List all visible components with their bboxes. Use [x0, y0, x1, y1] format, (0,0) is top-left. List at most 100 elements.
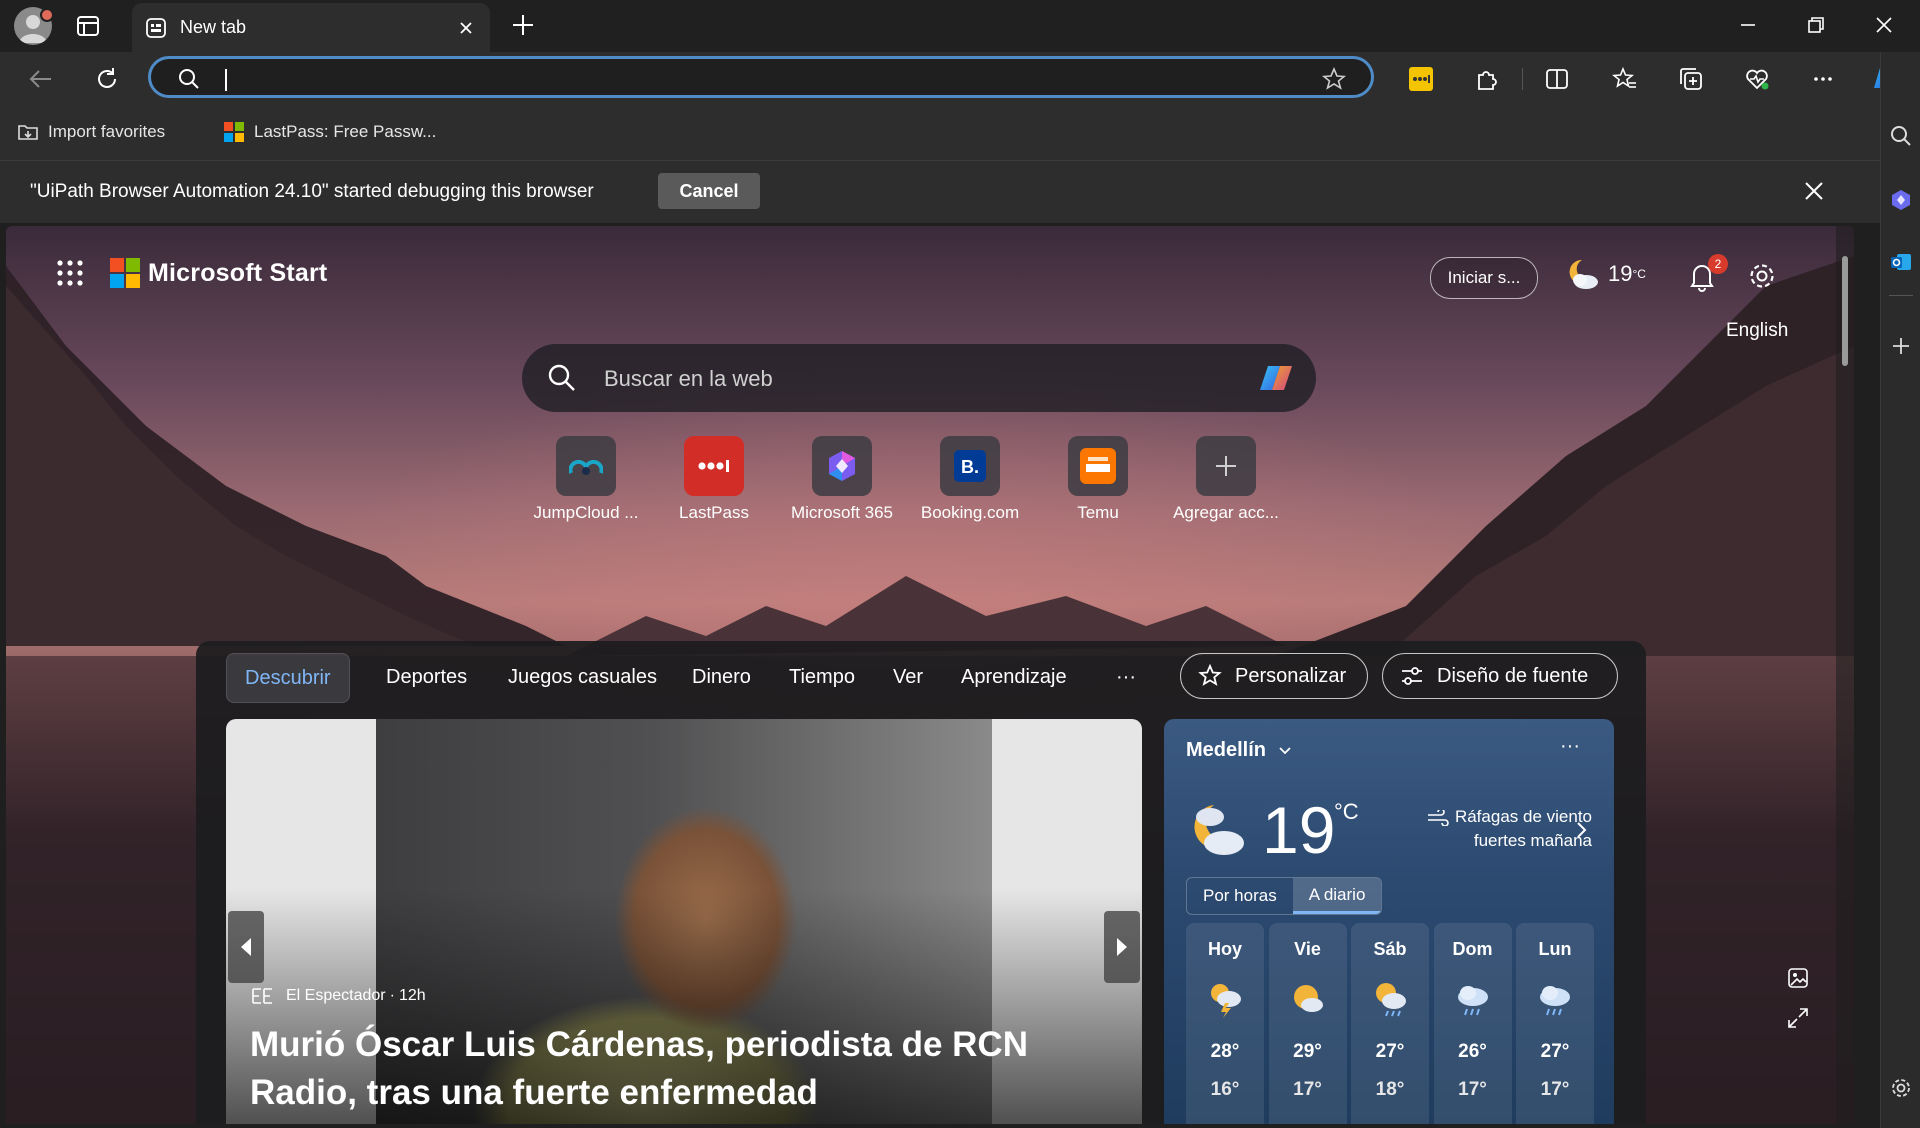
minimize-icon[interactable]: [1714, 0, 1782, 50]
scrollbar-thumb[interactable]: [1842, 256, 1848, 366]
close-infobar-icon[interactable]: [1800, 177, 1828, 205]
quick-link-add[interactable]: Agregar acc...: [1166, 436, 1286, 523]
back-arrow-icon[interactable]: [24, 62, 58, 96]
quick-link-jumpcloud[interactable]: JumpCloud ...: [526, 436, 646, 523]
news-feed-panel: Descubrir Deportes Juegos casuales Diner…: [196, 641, 1646, 1124]
ms-start-header: Microsoft Start: [56, 258, 327, 288]
el-espectador-logo-icon: [252, 987, 274, 1005]
forecast-day-name: Hoy: [1207, 939, 1242, 959]
forecast-day[interactable]: Vie 29° 17°: [1268, 923, 1347, 1124]
tab-descubrir[interactable]: Descubrir: [226, 653, 350, 703]
weather-more-options[interactable]: ···: [1560, 735, 1580, 758]
web-search-box[interactable]: [522, 344, 1316, 412]
web-search-input[interactable]: [602, 362, 1206, 396]
weather-alert[interactable]: Ráfagas de viento fuertes mañana: [1392, 805, 1592, 853]
quick-link-microsoft-365[interactable]: Microsoft 365: [782, 436, 902, 523]
hero-news-card[interactable]: El Espectador · 12h Murió Óscar Luis Cár…: [226, 719, 1142, 1124]
forecast-day-name: Dom: [1452, 939, 1493, 959]
quick-link-label: JumpCloud ...: [533, 503, 639, 522]
tab-tiempo[interactable]: Tiempo: [789, 653, 855, 701]
tab-new-tab[interactable]: New tab: [132, 3, 490, 52]
notifications-badge: 2: [1708, 254, 1728, 274]
carousel-previous-icon[interactable]: [228, 911, 264, 983]
favorites-bar: Import favorites LastPass: Free Passw...: [0, 104, 1880, 160]
tab-aprendizaje[interactable]: Aprendizaje: [961, 653, 1067, 701]
tab-title: New tab: [180, 17, 247, 37]
address-bar[interactable]: [148, 56, 1374, 98]
microsoft-logo-icon: [110, 258, 140, 288]
tab-juegos-casuales[interactable]: Juegos casuales: [508, 653, 657, 701]
story-source[interactable]: El Espectador · 12h: [252, 987, 426, 1005]
sliders-icon: [1402, 667, 1422, 685]
page-settings-gear-icon[interactable]: [1746, 260, 1778, 292]
personalize-button[interactable]: Personalizar: [1180, 653, 1368, 699]
toggle-hourly[interactable]: Por horas: [1187, 878, 1293, 914]
forecast-day[interactable]: Hoy 28° 16°: [1186, 923, 1264, 1124]
rain-cloud-icon: [1453, 979, 1493, 1019]
extensions-icon[interactable]: [1470, 62, 1504, 96]
carousel-next-icon[interactable]: [1104, 911, 1140, 983]
browser-essentials-icon[interactable]: [1740, 62, 1774, 96]
expand-view-icon[interactable]: [1786, 1006, 1810, 1030]
tab-ver[interactable]: Ver: [893, 653, 923, 701]
close-tab-icon[interactable]: [454, 16, 478, 40]
weather-card[interactable]: Medellín ··· 19 °C Ráfagas de viento fue…: [1164, 719, 1614, 1124]
brand-title[interactable]: Microsoft Start: [148, 259, 327, 288]
sidebar-search-icon[interactable]: [1887, 122, 1915, 150]
forecast-day-name: Sáb: [1373, 939, 1407, 959]
forecast-day[interactable]: Lun 27° 17°: [1516, 923, 1594, 1124]
weather-alert-line-2: fuertes mañana: [1473, 831, 1592, 850]
import-favorites-link[interactable]: Import favorites: [16, 118, 165, 146]
forecast-low: 18°: [1375, 1079, 1405, 1100]
split-screen-icon[interactable]: [1540, 62, 1574, 96]
svg-text:B.: B.: [961, 457, 979, 477]
collections-icon[interactable]: [1674, 62, 1708, 96]
sidebar-settings-icon[interactable]: [1887, 1074, 1915, 1102]
header-temp-unit: °C: [1632, 267, 1646, 281]
profile-status-dot: [40, 8, 54, 22]
tab-dinero[interactable]: Dinero: [692, 653, 751, 701]
weather-location[interactable]: Medellín: [1186, 739, 1292, 762]
quick-link-label: LastPass: [679, 503, 749, 522]
favorites-icon[interactable]: [1608, 62, 1642, 96]
settings-and-more-icon[interactable]: [1806, 62, 1840, 96]
toggle-daily[interactable]: A diario: [1292, 878, 1382, 914]
lastpass-favorite-link[interactable]: LastPass: Free Passw...: [222, 118, 436, 146]
feed-layout-button[interactable]: Diseño de fuente: [1382, 653, 1618, 699]
quick-link-temu[interactable]: Temu: [1038, 436, 1158, 523]
copilot-search-icon[interactable]: [1254, 358, 1298, 398]
import-folder-icon: [18, 125, 38, 140]
sidebar-microsoft-365-icon[interactable]: [1887, 186, 1915, 214]
weather-current-unit: °C: [1334, 799, 1359, 824]
sidebar-add-icon[interactable]: [1887, 332, 1915, 360]
sidebar-outlook-icon[interactable]: [1887, 248, 1915, 276]
tab-actions-icon[interactable]: [74, 12, 102, 40]
language-link[interactable]: English: [1726, 320, 1788, 342]
change-background-icon[interactable]: [1786, 966, 1810, 990]
more-tabs-button[interactable]: ···: [1116, 653, 1136, 701]
address-input[interactable]: [221, 64, 1225, 94]
story-headline[interactable]: Murió Óscar Luis Cárdenas, periodista de…: [250, 1021, 1130, 1117]
refresh-icon[interactable]: [90, 62, 124, 96]
quick-link-lastpass[interactable]: LastPass: [654, 436, 774, 523]
weather-alert-line-1: Ráfagas de viento: [1454, 807, 1592, 826]
chevron-right-icon[interactable]: [1576, 821, 1588, 839]
new-tab-favicon-icon: [144, 16, 168, 40]
add-favorite-star-icon[interactable]: [1321, 66, 1347, 92]
restore-icon[interactable]: [1782, 0, 1850, 50]
forecast-day[interactable]: Dom 26° 17°: [1433, 923, 1512, 1124]
quick-link-booking[interactable]: B. Booking.com: [910, 436, 1030, 523]
tab-deportes[interactable]: Deportes: [386, 653, 467, 701]
forecast-day[interactable]: Sáb 27° 18°: [1351, 923, 1429, 1124]
new-tab-plus-icon[interactable]: [508, 10, 538, 40]
close-window-icon[interactable]: [1850, 0, 1918, 50]
header-weather[interactable]: 19 °C: [1562, 256, 1646, 292]
header-temp: 19: [1608, 261, 1633, 286]
sign-in-button[interactable]: Iniciar s...: [1430, 257, 1538, 299]
page-scrollbar[interactable]: [1836, 226, 1854, 1124]
night-partly-cloudy-icon: [1569, 259, 1598, 289]
app-launcher-icon[interactable]: [56, 259, 84, 287]
lastpass-extension-icon[interactable]: [1404, 62, 1438, 96]
cancel-debugging-button[interactable]: Cancel: [658, 173, 760, 209]
microsoft-365-icon: [812, 436, 872, 496]
